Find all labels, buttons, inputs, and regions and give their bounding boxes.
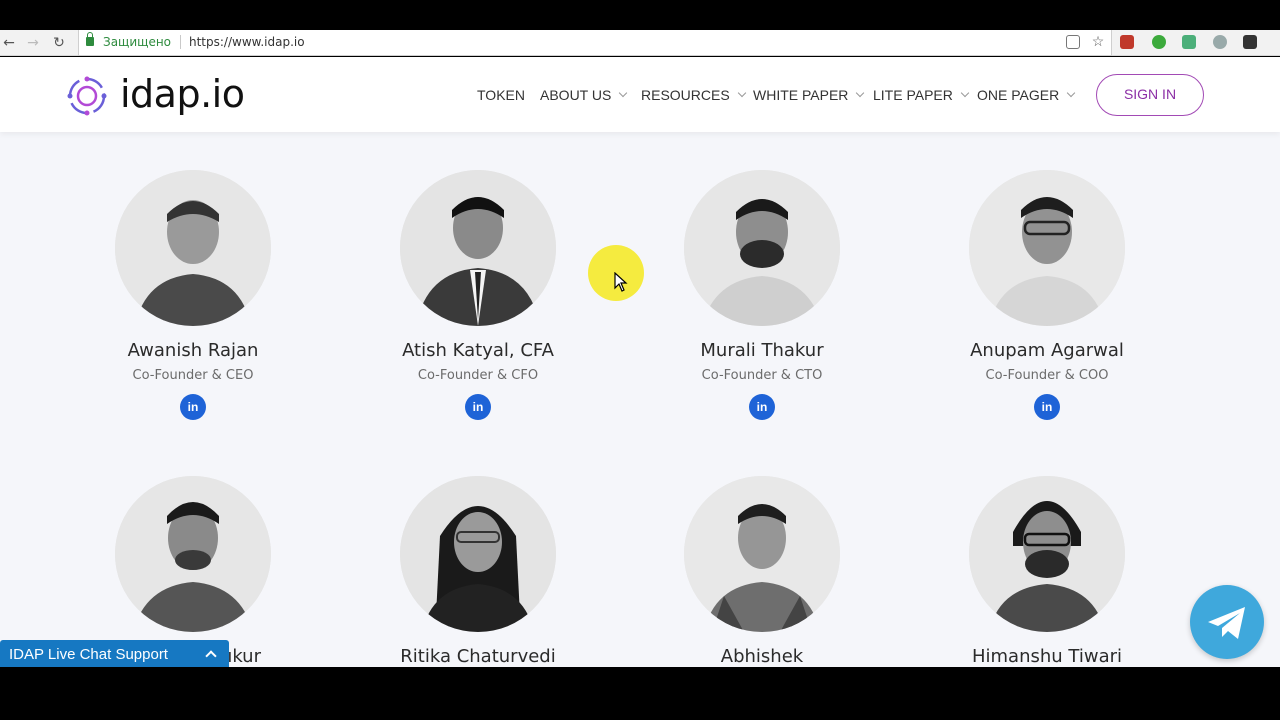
member-name: Abhishek xyxy=(720,646,804,667)
nav-one-pager[interactable]: ONE PAGER xyxy=(977,87,1076,103)
avatar xyxy=(115,170,271,326)
incognito-icon[interactable] xyxy=(1243,35,1257,49)
live-chat-bar[interactable]: IDAP Live Chat Support xyxy=(0,640,229,667)
adblock-extension-icon[interactable] xyxy=(1120,35,1134,49)
member-role: Co-Founder & CEO xyxy=(132,368,254,383)
nav-label: LITE PAPER xyxy=(873,87,953,103)
translate-icon[interactable] xyxy=(1066,35,1080,49)
forward-icon[interactable]: → xyxy=(24,34,42,52)
screen-bottom-bar xyxy=(0,667,1280,720)
avatar xyxy=(969,476,1125,632)
chevron-up-icon[interactable] xyxy=(205,650,217,662)
telegram-button[interactable] xyxy=(1190,585,1264,659)
member-name: Ritika Chaturvedi xyxy=(400,646,556,667)
green-extension-icon[interactable] xyxy=(1152,35,1166,49)
chevron-down-icon xyxy=(1066,88,1076,98)
website-viewport: idap.io TOKEN ABOUT US RESOURCES WHITE P… xyxy=(0,57,1280,667)
gray-extension-icon[interactable] xyxy=(1213,35,1227,49)
nav-label: RESOURCES xyxy=(641,87,730,103)
sheet-extension-icon[interactable] xyxy=(1182,35,1196,49)
lock-icon xyxy=(86,32,94,46)
member-name: Murali Thakur xyxy=(700,340,824,361)
chevron-down-icon xyxy=(856,88,865,98)
site-header: idap.io TOKEN ABOUT US RESOURCES WHITE P… xyxy=(0,57,1280,132)
member-role: Co-Founder & COO xyxy=(985,368,1109,383)
linkedin-icon[interactable]: in xyxy=(1034,394,1060,420)
idap-logo-icon[interactable] xyxy=(66,75,108,117)
member-name: Anupam Agarwal xyxy=(970,340,1124,361)
member-name: Himanshu Tiwari xyxy=(971,646,1123,667)
avatar xyxy=(400,170,556,326)
nav-label: ABOUT US xyxy=(540,87,612,103)
nav-white-paper[interactable]: WHITE PAPER xyxy=(753,87,865,103)
star-icon[interactable]: ☆ xyxy=(1091,34,1105,49)
member-role: Co-Founder & CTO xyxy=(701,368,823,383)
chevron-down-icon xyxy=(960,88,970,98)
nav-lite-paper[interactable]: LITE PAPER xyxy=(873,87,970,103)
url-text[interactable]: https://www.idap.io xyxy=(189,35,305,49)
nav-label: WHITE PAPER xyxy=(753,87,849,103)
avatar xyxy=(684,476,840,632)
nav-label: ONE PAGER xyxy=(977,87,1060,103)
avatar xyxy=(400,476,556,632)
mouse-cursor-icon xyxy=(614,272,628,292)
nav-resources[interactable]: RESOURCES xyxy=(641,87,746,103)
member-name: Atish Katyal, CFA xyxy=(402,340,554,361)
nav-label: TOKEN xyxy=(477,87,525,103)
member-role: Co-Founder & CFO xyxy=(417,368,539,383)
telegram-icon xyxy=(1208,607,1245,639)
sign-in-button[interactable]: SIGN IN xyxy=(1096,74,1204,116)
member-name: Awanish Rajan xyxy=(127,340,259,361)
url-separator xyxy=(180,35,181,49)
nav-about-us[interactable]: ABOUT US xyxy=(540,87,628,103)
linkedin-icon[interactable]: in xyxy=(180,394,206,420)
chevron-down-icon xyxy=(619,88,628,98)
linkedin-icon[interactable]: in xyxy=(465,394,491,420)
linkedin-icon[interactable]: in xyxy=(749,394,775,420)
chevron-down-icon xyxy=(737,88,746,98)
logo-wordmark[interactable]: idap.io xyxy=(120,72,245,116)
reload-icon[interactable]: ↻ xyxy=(50,34,68,52)
live-chat-label: IDAP Live Chat Support xyxy=(9,646,168,663)
back-icon[interactable]: ← xyxy=(0,34,18,52)
secure-label: Защищено xyxy=(103,35,172,49)
avatar xyxy=(684,170,840,326)
nav-token[interactable]: TOKEN xyxy=(477,87,525,103)
avatar xyxy=(969,170,1125,326)
avatar xyxy=(115,476,271,632)
